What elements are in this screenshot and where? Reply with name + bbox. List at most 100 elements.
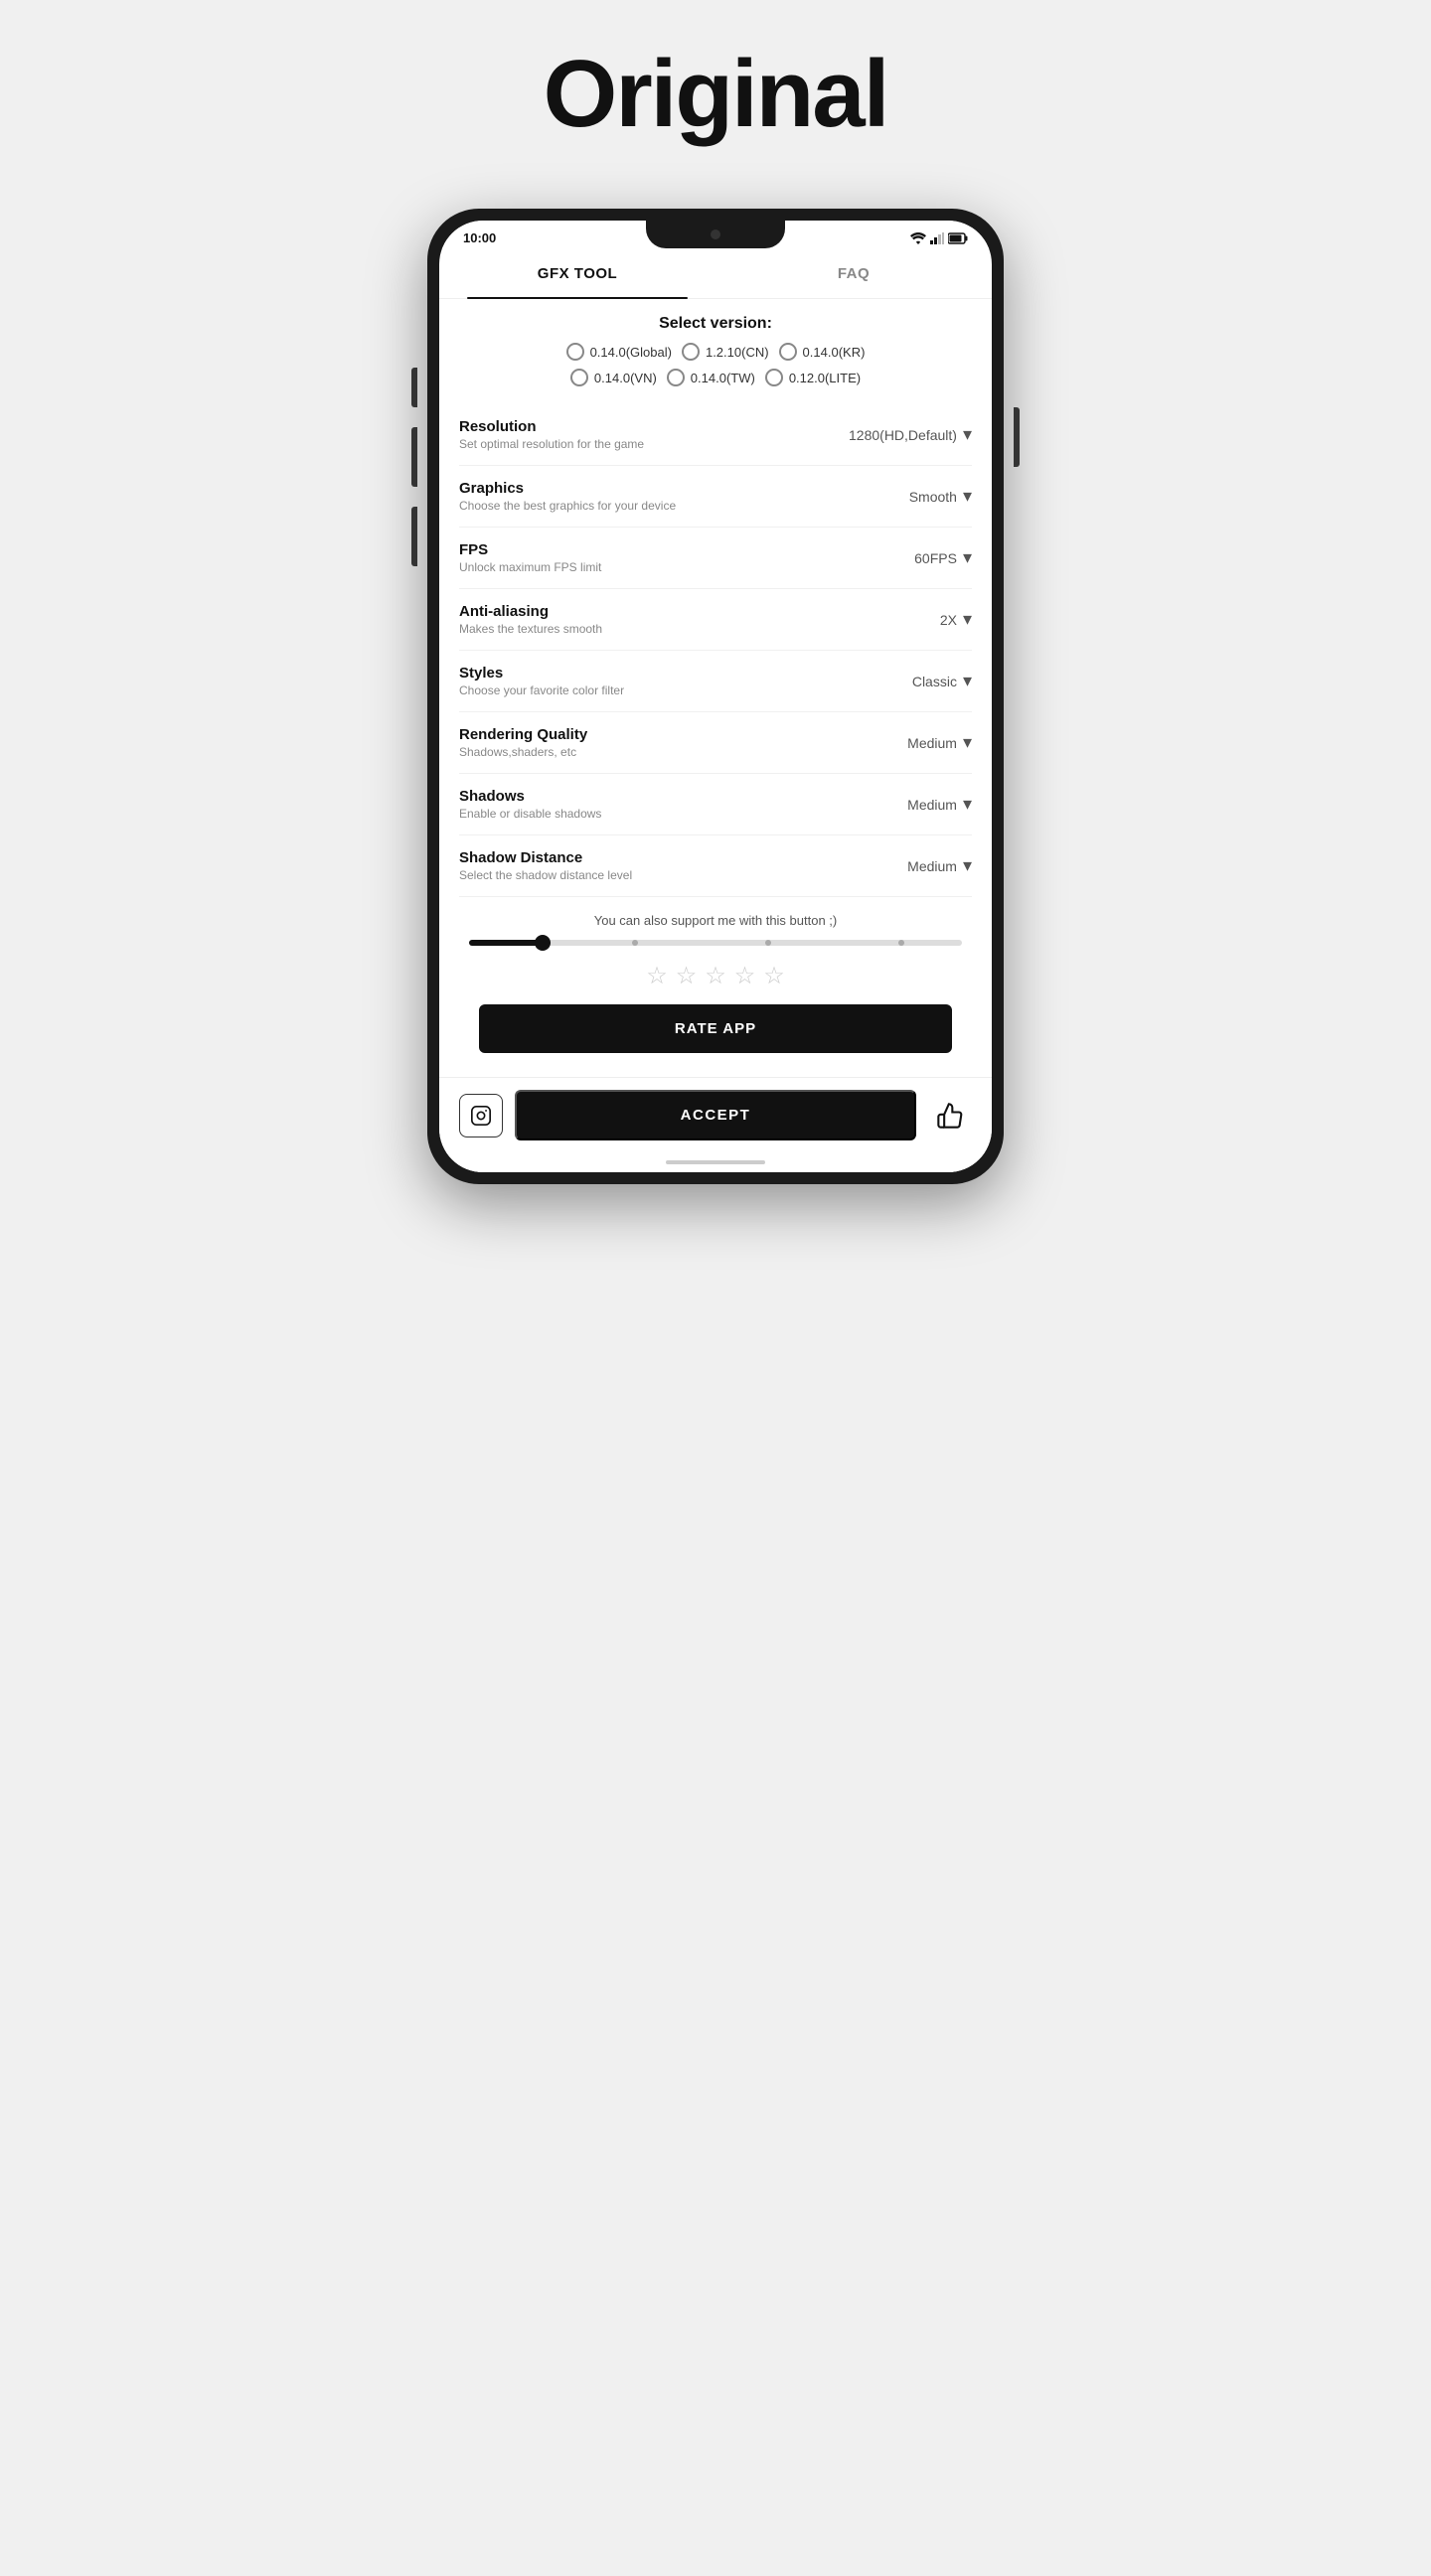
- tab-bar: GFX TOOL FAQ: [439, 249, 992, 299]
- resolution-value: 1280(HD,Default): [849, 427, 957, 443]
- version-option-global[interactable]: 0.14.0(Global): [566, 343, 672, 361]
- chevron-down-icon: ▾: [963, 547, 972, 568]
- volume-down-button: [411, 427, 417, 487]
- extra-button: [411, 507, 417, 566]
- status-icons: [910, 232, 968, 244]
- version-option-kr[interactable]: 0.14.0(KR): [779, 343, 866, 361]
- radio-vn: [570, 369, 588, 386]
- phone-screen: 10:00: [439, 221, 992, 1172]
- rendering-quality-desc: Shadows,shaders, etc: [459, 745, 907, 759]
- slider-thumb: [535, 935, 551, 951]
- star-4[interactable]: ☆: [734, 962, 756, 990]
- thumbs-up-icon: [936, 1102, 964, 1130]
- chevron-down-icon: ▾: [963, 424, 972, 445]
- rendering-quality-label: Rendering Quality: [459, 726, 907, 743]
- support-section: You can also support me with this button…: [439, 897, 992, 1077]
- phone-frame: 10:00: [427, 209, 1004, 1184]
- app-content: Select version: 0.14.0(Global) 1.2.10(CN…: [439, 299, 992, 1172]
- shadow-distance-dropdown[interactable]: Medium ▾: [907, 855, 972, 876]
- home-bar: [666, 1160, 765, 1164]
- rate-app-button[interactable]: RATE APP: [479, 1004, 952, 1053]
- slider-dot-1: [632, 940, 638, 946]
- setting-rendering-quality: Rendering Quality Shadows,shaders, etc M…: [459, 712, 972, 774]
- graphics-label: Graphics: [459, 480, 909, 497]
- anti-aliasing-desc: Makes the textures smooth: [459, 622, 940, 636]
- setting-resolution: Resolution Set optimal resolution for th…: [459, 404, 972, 466]
- version-option-tw[interactable]: 0.14.0(TW): [667, 369, 755, 386]
- rendering-quality-value: Medium: [907, 735, 957, 751]
- chevron-down-icon: ▾: [963, 609, 972, 630]
- fps-desc: Unlock maximum FPS limit: [459, 560, 914, 574]
- shadows-desc: Enable or disable shadows: [459, 807, 907, 821]
- chevron-down-icon: ▾: [963, 671, 972, 691]
- notch: [646, 221, 785, 248]
- page-title: Original: [544, 40, 888, 149]
- chevron-down-icon: ▾: [963, 794, 972, 815]
- slider-fill: [469, 940, 543, 946]
- rendering-quality-dropdown[interactable]: Medium ▾: [907, 732, 972, 753]
- setting-styles: Styles Choose your favorite color filter…: [459, 651, 972, 712]
- tab-faq[interactable]: FAQ: [716, 249, 992, 298]
- star-3[interactable]: ☆: [705, 962, 726, 990]
- thumbs-up-button[interactable]: [928, 1094, 972, 1137]
- version-title: Select version:: [459, 315, 972, 333]
- version-option-cn[interactable]: 1.2.10(CN): [682, 343, 769, 361]
- resolution-dropdown[interactable]: 1280(HD,Default) ▾: [849, 424, 972, 445]
- version-option-lite[interactable]: 0.12.0(LITE): [765, 369, 861, 386]
- power-button: [1014, 407, 1020, 467]
- version-section: Select version: 0.14.0(Global) 1.2.10(CN…: [439, 299, 992, 404]
- setting-graphics: Graphics Choose the best graphics for yo…: [459, 466, 972, 528]
- styles-label: Styles: [459, 665, 912, 682]
- signal-icon: [930, 232, 944, 244]
- camera: [711, 229, 720, 239]
- anti-aliasing-dropdown[interactable]: 2X ▾: [940, 609, 972, 630]
- version-row-2: 0.14.0(VN) 0.14.0(TW) 0.12.0(LITE): [459, 369, 972, 386]
- support-slider[interactable]: [469, 940, 962, 946]
- star-2[interactable]: ☆: [676, 962, 698, 990]
- chevron-down-icon: ▾: [963, 732, 972, 753]
- wifi-icon: [910, 232, 926, 244]
- graphics-desc: Choose the best graphics for your device: [459, 499, 909, 513]
- resolution-desc: Set optimal resolution for the game: [459, 437, 849, 451]
- setting-anti-aliasing: Anti-aliasing Makes the textures smooth …: [459, 589, 972, 651]
- stars-row: ☆ ☆ ☆ ☆ ☆: [459, 962, 972, 990]
- resolution-label: Resolution: [459, 418, 849, 435]
- shadows-dropdown[interactable]: Medium ▾: [907, 794, 972, 815]
- status-time: 10:00: [463, 230, 496, 245]
- styles-value: Classic: [912, 674, 957, 689]
- anti-aliasing-label: Anti-aliasing: [459, 603, 940, 620]
- chevron-down-icon: ▾: [963, 486, 972, 507]
- radio-cn: [682, 343, 700, 361]
- support-text: You can also support me with this button…: [459, 913, 972, 928]
- radio-lite: [765, 369, 783, 386]
- version-row-1: 0.14.0(Global) 1.2.10(CN) 0.14.0(KR): [459, 343, 972, 361]
- status-bar: 10:00: [439, 221, 992, 249]
- tab-gfx-tool[interactable]: GFX TOOL: [439, 249, 716, 298]
- setting-shadows: Shadows Enable or disable shadows Medium…: [459, 774, 972, 835]
- accept-button[interactable]: ACCEPT: [515, 1090, 916, 1140]
- setting-shadow-distance: Shadow Distance Select the shadow distan…: [459, 835, 972, 897]
- styles-dropdown[interactable]: Classic ▾: [912, 671, 972, 691]
- anti-aliasing-value: 2X: [940, 612, 957, 628]
- shadow-distance-value: Medium: [907, 858, 957, 874]
- graphics-dropdown[interactable]: Smooth ▾: [909, 486, 972, 507]
- star-1[interactable]: ☆: [646, 962, 668, 990]
- chevron-down-icon: ▾: [963, 855, 972, 876]
- instagram-button[interactable]: [459, 1094, 503, 1137]
- settings-list: Resolution Set optimal resolution for th…: [439, 404, 992, 897]
- setting-fps: FPS Unlock maximum FPS limit 60FPS ▾: [459, 528, 972, 589]
- home-indicator: [439, 1152, 992, 1172]
- slider-dot-3: [898, 940, 904, 946]
- star-5[interactable]: ☆: [763, 962, 785, 990]
- fps-dropdown[interactable]: 60FPS ▾: [914, 547, 972, 568]
- radio-kr: [779, 343, 797, 361]
- radio-global: [566, 343, 584, 361]
- shadow-distance-desc: Select the shadow distance level: [459, 868, 907, 882]
- shadows-label: Shadows: [459, 788, 907, 805]
- fps-value: 60FPS: [914, 550, 957, 566]
- instagram-icon: [470, 1105, 492, 1127]
- battery-icon: [948, 232, 968, 244]
- volume-up-button: [411, 368, 417, 407]
- slider-dot-2: [765, 940, 771, 946]
- version-option-vn[interactable]: 0.14.0(VN): [570, 369, 657, 386]
